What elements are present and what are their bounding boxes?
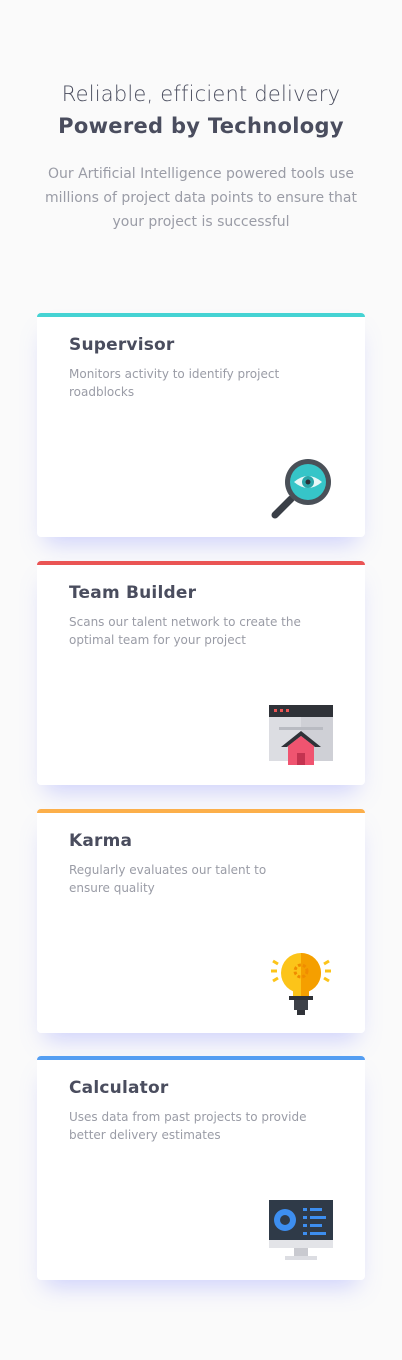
card-accent-bar bbox=[37, 561, 365, 565]
card-description: Regularly evaluates our talent to ensure… bbox=[69, 863, 267, 895]
card-title: Supervisor bbox=[69, 335, 175, 355]
card-karma: Karma Regularly evaluates our talent to … bbox=[37, 809, 365, 1033]
card-supervisor: Supervisor Monitors activity to identify… bbox=[37, 313, 365, 537]
lightbulb-icon bbox=[271, 953, 331, 1015]
card-team-builder: Team Builder Scans our talent network to… bbox=[37, 561, 365, 785]
card-title: Calculator bbox=[69, 1078, 169, 1098]
card-accent-bar bbox=[37, 1056, 365, 1060]
monitor-dashboard-icon bbox=[269, 1200, 333, 1260]
section-tagline: Reliable, efficient delivery bbox=[61, 82, 341, 106]
magnifier-eye-icon bbox=[271, 459, 331, 519]
card-accent-bar bbox=[37, 313, 365, 317]
section-intro: Our Artificial Intelligence powered tool… bbox=[45, 166, 357, 230]
browser-house-icon bbox=[269, 705, 333, 765]
card-description: Uses data from past projects to provide … bbox=[69, 1110, 307, 1142]
section-title: Powered by Technology bbox=[58, 114, 344, 138]
card-title: Karma bbox=[69, 831, 133, 851]
card-calculator: Calculator Uses data from past projects … bbox=[37, 1056, 365, 1280]
card-description: Scans our talent network to create the o… bbox=[69, 615, 301, 647]
card-description: Monitors activity to identify project ro… bbox=[69, 367, 280, 399]
card-accent-bar bbox=[37, 809, 365, 813]
card-title: Team Builder bbox=[69, 583, 197, 603]
